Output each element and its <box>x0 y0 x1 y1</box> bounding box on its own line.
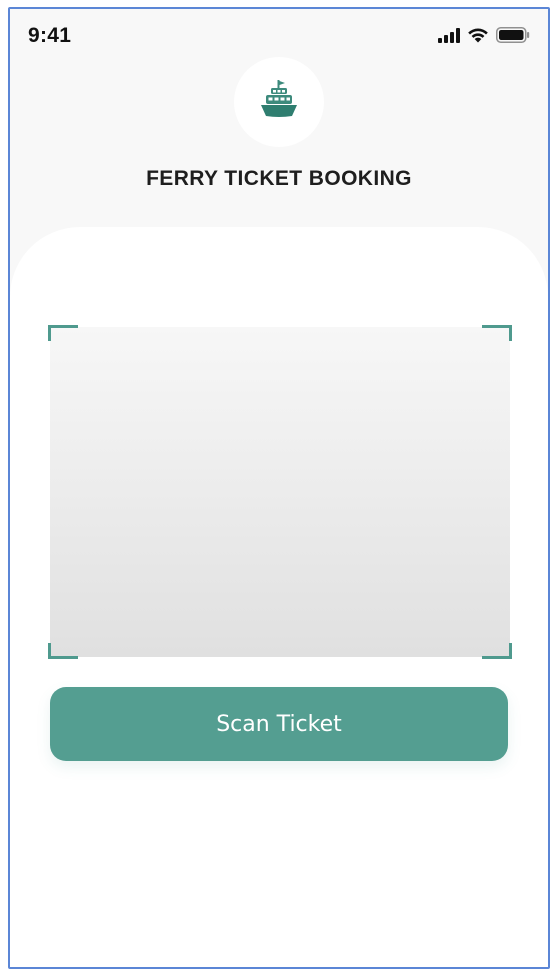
status-bar: 9:41 <box>10 9 548 63</box>
scanner-viewfinder <box>48 325 512 659</box>
status-time: 9:41 <box>28 24 72 47</box>
wifi-icon <box>467 27 489 43</box>
scan-ticket-button[interactable]: Scan Ticket <box>50 687 508 761</box>
phone-frame: 9:41 FERRY TICKET BOOKING Scan Ticket <box>8 7 550 969</box>
viewfinder-corner-top-right <box>482 325 512 341</box>
scan-area <box>50 327 510 657</box>
battery-icon <box>496 27 530 43</box>
app-logo <box>234 57 324 147</box>
viewfinder-corner-bottom-left <box>48 643 78 659</box>
status-icons <box>438 27 530 43</box>
viewfinder-corner-bottom-right <box>482 643 512 659</box>
viewfinder-corner-top-left <box>48 325 78 341</box>
cellular-signal-icon <box>438 27 460 43</box>
ferry-icon <box>257 78 301 127</box>
app-title: FERRY TICKET BOOKING <box>146 167 412 190</box>
